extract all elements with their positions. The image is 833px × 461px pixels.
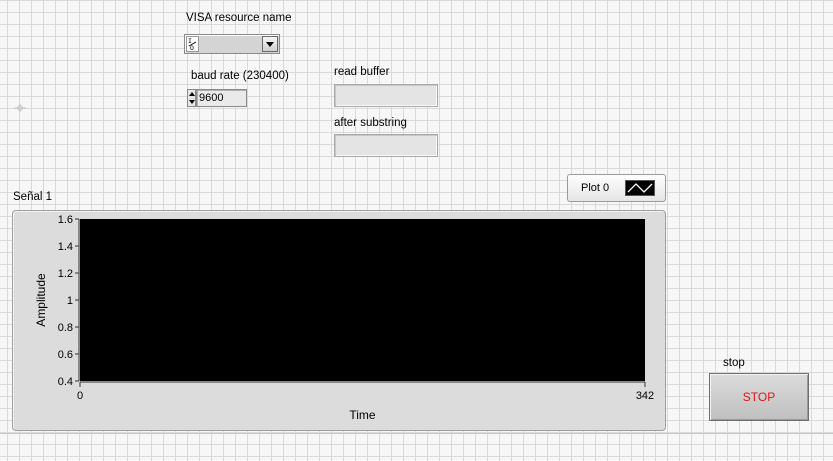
panel-bottom-divider: [0, 433, 833, 434]
baud-rate-input[interactable]: 9600: [196, 89, 247, 107]
decrement-arrow-icon[interactable]: [189, 100, 195, 104]
read-buffer-label: read buffer: [334, 66, 390, 78]
visa-resource-label: VISA resource name: [186, 12, 292, 24]
baud-rate-label: baud rate (230400): [191, 70, 289, 82]
stop-button[interactable]: STOP: [709, 373, 809, 421]
origin-marker-icon: [14, 104, 26, 112]
legend-plot-name: Plot 0: [581, 182, 610, 194]
stop-label: stop: [723, 357, 745, 369]
svg-text:O: O: [190, 44, 194, 51]
read-buffer-indicator: [334, 84, 438, 107]
baud-rate-increment-decrement[interactable]: [187, 89, 196, 107]
chart-title: Señal 1: [13, 191, 53, 203]
increment-arrow-icon[interactable]: [189, 92, 195, 96]
line-style-swatch-icon: [625, 180, 655, 196]
after-substring-label: after substring: [334, 117, 407, 129]
visa-resource-control[interactable]: I O: [184, 34, 280, 54]
dropdown-arrow-icon[interactable]: [262, 36, 278, 52]
after-substring-indicator: [334, 134, 438, 157]
plot-area[interactable]: [80, 219, 645, 381]
plot-legend[interactable]: Plot 0: [567, 174, 666, 202]
visa-io-icon: I O: [186, 36, 199, 52]
